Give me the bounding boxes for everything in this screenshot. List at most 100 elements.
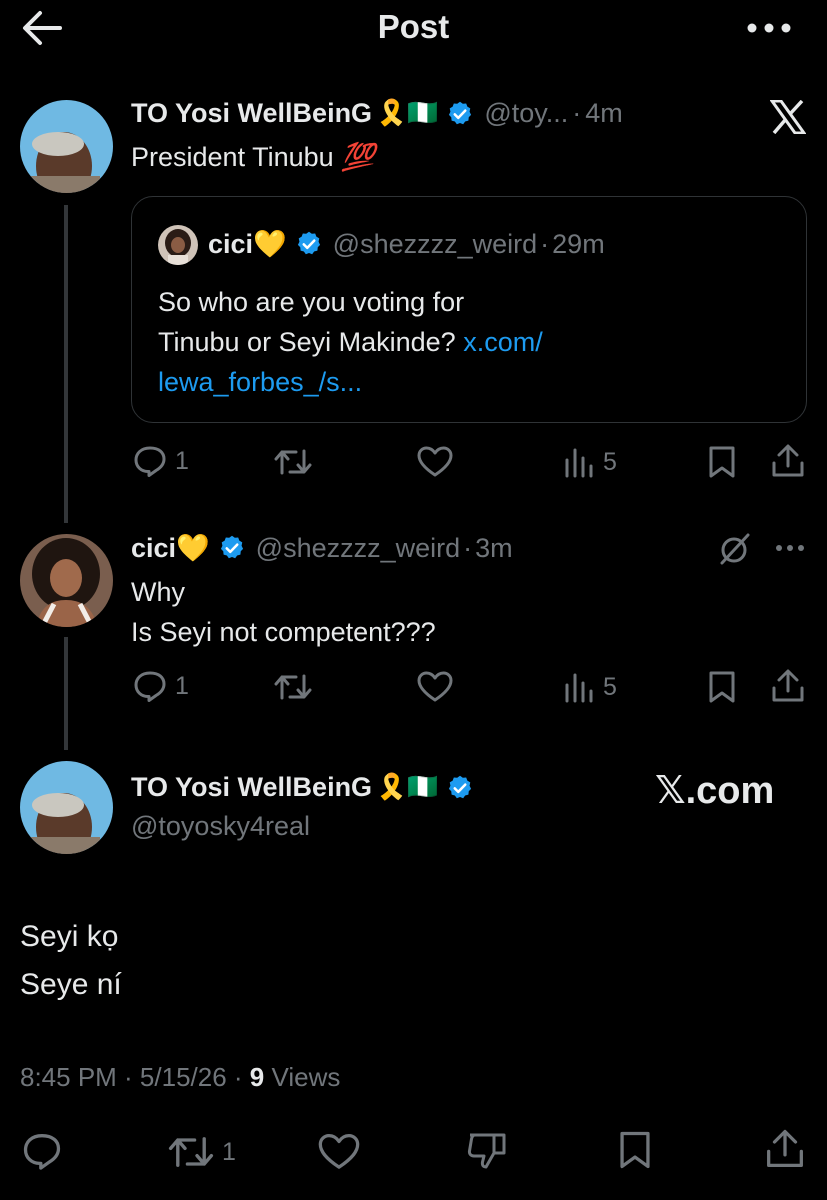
repost-icon (274, 449, 312, 475)
reply-button[interactable] (22, 1132, 62, 1170)
separator: · (540, 228, 550, 259)
more-icon (747, 23, 791, 33)
avatar (158, 225, 198, 265)
like-button[interactable] (417, 671, 453, 703)
share-icon (772, 669, 804, 702)
quote-line: So who are you voting for (158, 287, 465, 317)
verified-badge-icon (220, 535, 243, 559)
heart-emoji: 💛 (176, 533, 210, 563)
thread-line (64, 637, 68, 750)
main-tweet-body: Seyi kọ Seye ní (20, 913, 122, 1009)
tweet-text: Seyi kọ (20, 920, 119, 953)
timestamp: 29m (552, 228, 605, 259)
display-name[interactable]: TO Yosi WellBeinG (131, 98, 372, 129)
avatar-image-icon (20, 761, 113, 854)
tweet-body: Why Is Seyi not competent??? (131, 572, 436, 652)
quote-text: So who are you voting for Tinubu or Seyi… (158, 282, 543, 402)
views-button[interactable]: 5 (563, 446, 617, 478)
reply-icon (134, 446, 166, 477)
tweet-text: President Tinubu (131, 142, 334, 172)
reply-count: 1 (175, 671, 189, 700)
handle[interactable]: @toy... (484, 98, 568, 129)
share-button[interactable] (771, 443, 805, 479)
views-count: 5 (603, 672, 617, 701)
bookmark-icon (709, 671, 735, 703)
x-logo-icon (770, 100, 806, 134)
views-count: 9 (249, 1062, 265, 1092)
separator: · (463, 532, 473, 563)
display-name[interactable]: TO Yosi WellBeinG (131, 772, 372, 803)
verified-badge-icon (449, 775, 472, 798)
like-button[interactable] (318, 1133, 360, 1171)
avatar-image-icon (158, 225, 198, 265)
quote-link[interactable]: x.com/ (463, 327, 543, 357)
tweet-header: TO Yosi WellBeinG 🎗️🇳🇬 @toy... · 4m (131, 98, 623, 129)
timestamp[interactable]: 3m (475, 533, 513, 564)
repost-count: 1 (222, 1137, 236, 1166)
heart-icon (318, 1134, 360, 1169)
dislike-button[interactable] (466, 1131, 508, 1171)
tweet-text: Is Seyi not competent??? (131, 617, 436, 647)
tweet-text: Seye ní (20, 968, 122, 1001)
bookmark-icon (709, 446, 735, 478)
quote-line-with-link: Tinubu or Seyi Makinde? x.com/ (158, 322, 543, 362)
name-emojis: 🎗️🇳🇬 (376, 773, 439, 801)
avatar-image-icon (20, 534, 113, 627)
views-label: Views (271, 1062, 341, 1092)
analytics-icon (565, 448, 593, 478)
name-emojis: 🎗️🇳🇬 (376, 99, 439, 127)
avatar-image-icon (20, 100, 113, 193)
tweet-text: Why (131, 577, 185, 607)
like-button[interactable] (417, 446, 453, 478)
handle[interactable]: @toyosky4real (131, 811, 310, 842)
avatar[interactable] (20, 100, 113, 193)
avatar[interactable] (20, 534, 113, 627)
thumbs-down-icon (467, 1133, 506, 1169)
verified-badge-icon (449, 101, 472, 124)
timestamp[interactable]: 4m (585, 98, 623, 129)
analytics-icon (565, 673, 593, 703)
heart-icon (417, 671, 453, 702)
share-icon (767, 1129, 803, 1167)
share-button[interactable] (771, 668, 805, 704)
grok-button[interactable] (718, 532, 752, 566)
more-options-button[interactable] (744, 14, 794, 42)
tweet-header: cici 💛 @shezzzz_weird · 3m (131, 532, 513, 564)
more-options-button[interactable] (774, 541, 806, 555)
quote-header: cici 💛 @shezzzz_weird · 29m (208, 228, 605, 260)
tweet-meta: 8:45 PM · 5/15/26 · 9 Views (20, 1062, 340, 1093)
verified-badge-icon (297, 231, 320, 255)
repost-button[interactable] (274, 672, 312, 702)
share-button[interactable] (765, 1128, 805, 1170)
repost-icon (274, 674, 312, 700)
hundred-emoji: 💯 (341, 142, 375, 172)
reply-button[interactable]: 1 (133, 445, 189, 477)
quote-link[interactable]: lewa_forbes_/s... (158, 362, 543, 402)
reply-button[interactable]: 1 (133, 670, 189, 702)
more-icon (776, 545, 804, 551)
reply-icon (23, 1134, 61, 1170)
repost-button[interactable] (274, 447, 312, 477)
tweet-body: President Tinubu 💯 (131, 141, 375, 173)
watermark: 𝕏.com (655, 770, 775, 812)
bookmark-button[interactable] (708, 445, 736, 479)
views-count: 5 (603, 447, 617, 476)
tweet-header: TO Yosi WellBeinG 🎗️🇳🇬 (131, 772, 474, 803)
display-name: cici (208, 228, 254, 259)
thread-line (64, 205, 68, 523)
heart-emoji: 💛 (253, 229, 287, 259)
bookmark-button[interactable] (618, 1130, 652, 1170)
repost-icon (168, 1137, 214, 1167)
post-timestamp[interactable]: 8:45 PM · 5/15/26 · (20, 1062, 243, 1092)
handle[interactable]: @shezzzz_weird (256, 533, 460, 564)
bookmark-button[interactable] (708, 670, 736, 704)
display-name[interactable]: cici (131, 533, 176, 564)
quote-line: Tinubu or Seyi Makinde? (158, 327, 456, 357)
avatar[interactable] (20, 761, 113, 854)
reply-icon (134, 671, 166, 702)
views-button[interactable]: 5 (563, 671, 617, 703)
grok-icon (720, 533, 750, 565)
heart-icon (417, 446, 453, 477)
share-icon (772, 444, 804, 477)
repost-button[interactable]: 1 (168, 1134, 236, 1170)
